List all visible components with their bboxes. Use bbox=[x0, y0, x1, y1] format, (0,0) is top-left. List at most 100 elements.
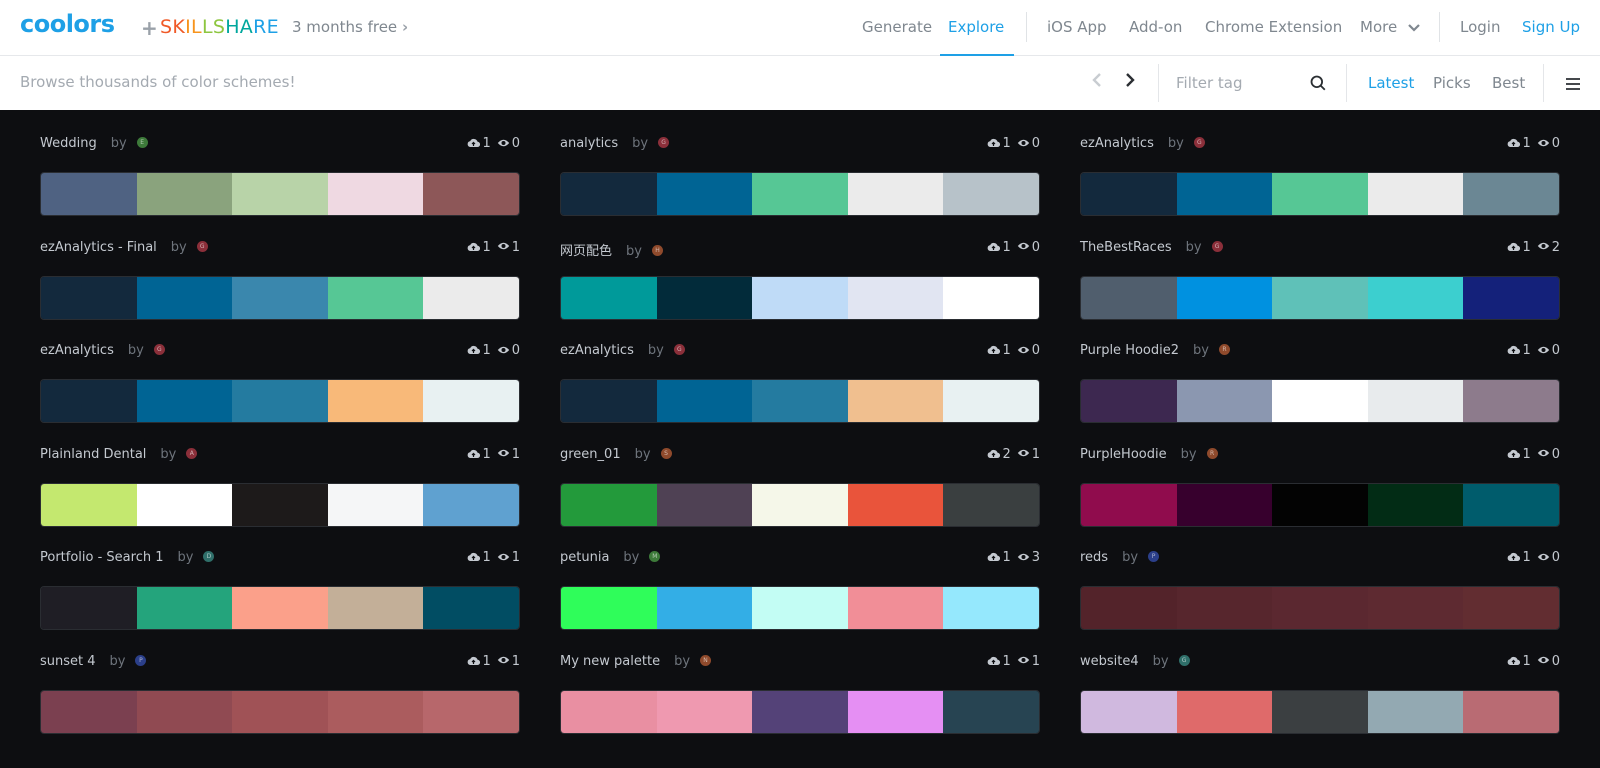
color-swatch[interactable] bbox=[1272, 690, 1368, 733]
color-swatch[interactable] bbox=[656, 380, 753, 422]
palette-title[interactable]: TheBestRaces bbox=[1080, 240, 1172, 255]
color-swatch[interactable] bbox=[1367, 276, 1464, 319]
color-swatch[interactable] bbox=[561, 380, 657, 422]
color-swatch[interactable] bbox=[1176, 483, 1273, 526]
palette-card[interactable]: sunset 4 by P 1 1 bbox=[40, 628, 520, 734]
author-avatar[interactable]: G bbox=[1193, 137, 1205, 148]
color-swatch[interactable] bbox=[327, 587, 424, 629]
save-icon[interactable] bbox=[987, 240, 1001, 255]
coolors-logo[interactable]: coolors bbox=[20, 10, 115, 38]
color-swatch[interactable] bbox=[1463, 483, 1559, 526]
palette-swatches[interactable] bbox=[1080, 586, 1560, 630]
color-swatch[interactable] bbox=[656, 483, 753, 526]
color-swatch[interactable] bbox=[41, 173, 137, 215]
color-swatch[interactable] bbox=[232, 483, 328, 526]
color-swatch[interactable] bbox=[327, 690, 424, 733]
color-swatch[interactable] bbox=[327, 380, 424, 422]
nav-more[interactable]: More bbox=[1360, 18, 1420, 36]
color-swatch[interactable] bbox=[752, 276, 848, 319]
save-icon[interactable] bbox=[987, 654, 1001, 669]
palette-card[interactable]: PurpleHoodie by R 1 0 bbox=[1080, 421, 1560, 527]
author-avatar[interactable]: R bbox=[1206, 447, 1218, 459]
palette-swatches[interactable] bbox=[1080, 172, 1560, 216]
chevron-right-icon[interactable]: › bbox=[402, 18, 408, 36]
color-swatch[interactable] bbox=[1272, 173, 1368, 215]
author-avatar[interactable]: E bbox=[136, 137, 148, 148]
search-icon[interactable] bbox=[1310, 75, 1326, 91]
nav-addon[interactable]: Add-on bbox=[1129, 18, 1182, 36]
palette-card[interactable]: petunia by M 1 3 bbox=[560, 524, 1040, 630]
color-swatch[interactable] bbox=[752, 587, 848, 629]
save-icon[interactable] bbox=[987, 343, 1001, 358]
color-swatch[interactable] bbox=[943, 173, 1039, 215]
palette-title[interactable]: ezAnalytics - Final bbox=[40, 240, 157, 255]
palette-swatches[interactable] bbox=[40, 275, 520, 320]
color-swatch[interactable] bbox=[327, 483, 424, 526]
color-swatch[interactable] bbox=[847, 690, 944, 733]
color-swatch[interactable] bbox=[1081, 587, 1177, 629]
palette-title[interactable]: ezAnalytics bbox=[40, 343, 114, 358]
palette-swatches[interactable] bbox=[40, 379, 520, 423]
save-icon[interactable] bbox=[987, 550, 1001, 565]
palette-card[interactable]: My new palette by N 1 1 bbox=[560, 628, 1040, 734]
skillshare-logo[interactable]: SKILLSHARE bbox=[160, 16, 279, 38]
color-swatch[interactable] bbox=[1272, 276, 1368, 319]
palette-card[interactable]: reds by P 1 0 bbox=[1080, 524, 1560, 630]
color-swatch[interactable] bbox=[943, 483, 1039, 526]
palette-card[interactable]: ezAnalytics by G 1 0 bbox=[560, 317, 1040, 423]
color-swatch[interactable] bbox=[232, 690, 328, 733]
color-swatch[interactable] bbox=[1463, 587, 1559, 629]
nav-explore[interactable]: Explore bbox=[948, 18, 1004, 36]
author-avatar[interactable]: A bbox=[186, 447, 198, 459]
palette-title[interactable]: Wedding bbox=[40, 136, 97, 151]
palette-card[interactable]: website4 by G 1 0 bbox=[1080, 628, 1560, 734]
palette-card[interactable]: ezAnalytics by G 1 0 bbox=[40, 317, 520, 423]
color-swatch[interactable] bbox=[1081, 276, 1177, 319]
color-swatch[interactable] bbox=[561, 483, 657, 526]
palette-title[interactable]: ezAnalytics bbox=[560, 343, 634, 358]
color-swatch[interactable] bbox=[656, 690, 753, 733]
color-swatch[interactable] bbox=[561, 276, 657, 319]
palette-swatches[interactable] bbox=[560, 482, 1040, 527]
save-icon[interactable] bbox=[1507, 654, 1521, 669]
color-swatch[interactable] bbox=[943, 380, 1039, 422]
color-swatch[interactable] bbox=[136, 173, 233, 215]
color-swatch[interactable] bbox=[752, 690, 848, 733]
sort-best[interactable]: Best bbox=[1492, 74, 1525, 92]
author-avatar[interactable]: D bbox=[203, 551, 215, 562]
author-avatar[interactable]: N bbox=[700, 654, 712, 666]
prev-page-button[interactable] bbox=[1091, 69, 1103, 94]
color-swatch[interactable] bbox=[1176, 380, 1273, 422]
color-swatch[interactable] bbox=[423, 690, 519, 733]
save-icon[interactable] bbox=[1507, 240, 1521, 255]
nav-chrome-extension[interactable]: Chrome Extension bbox=[1205, 18, 1342, 36]
author-avatar[interactable]: M bbox=[649, 551, 661, 562]
nav-ios-app[interactable]: iOS App bbox=[1047, 18, 1107, 36]
color-swatch[interactable] bbox=[1367, 587, 1464, 629]
next-page-button[interactable] bbox=[1124, 69, 1136, 94]
palette-swatches[interactable] bbox=[560, 689, 1040, 734]
color-swatch[interactable] bbox=[1081, 483, 1177, 526]
palette-title[interactable]: analytics bbox=[560, 136, 618, 151]
author-avatar[interactable]: G bbox=[1178, 654, 1190, 666]
color-swatch[interactable] bbox=[943, 690, 1039, 733]
palette-card[interactable]: ezAnalytics - Final by G 1 1 bbox=[40, 214, 520, 320]
palette-title[interactable]: sunset 4 bbox=[40, 654, 96, 669]
palette-card[interactable]: analytics by G 1 0 bbox=[560, 110, 1040, 216]
palette-swatches[interactable] bbox=[40, 172, 520, 216]
color-swatch[interactable] bbox=[752, 483, 848, 526]
palette-title[interactable]: My new palette bbox=[560, 654, 660, 669]
color-swatch[interactable] bbox=[656, 173, 753, 215]
color-swatch[interactable] bbox=[1081, 173, 1177, 215]
color-swatch[interactable] bbox=[656, 587, 753, 629]
color-swatch[interactable] bbox=[232, 173, 328, 215]
color-swatch[interactable] bbox=[847, 483, 944, 526]
color-swatch[interactable] bbox=[561, 173, 657, 215]
filter-tag-input[interactable] bbox=[1176, 66, 1326, 100]
color-swatch[interactable] bbox=[423, 173, 519, 215]
color-swatch[interactable] bbox=[1463, 380, 1559, 422]
color-swatch[interactable] bbox=[136, 587, 233, 629]
color-swatch[interactable] bbox=[943, 276, 1039, 319]
color-swatch[interactable] bbox=[232, 587, 328, 629]
author-avatar[interactable]: R bbox=[1218, 344, 1230, 355]
